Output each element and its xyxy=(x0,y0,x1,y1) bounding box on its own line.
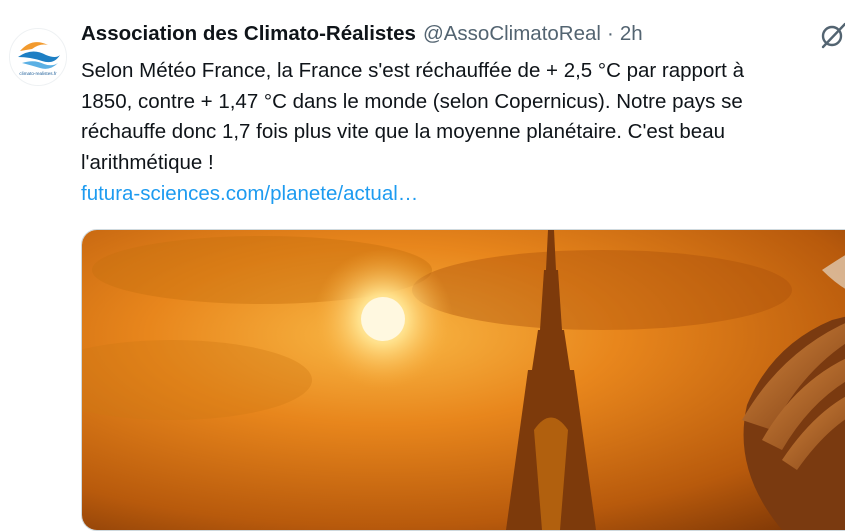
tweet-media-image[interactable] xyxy=(81,229,845,531)
tweet-text-line: réchauffe donc 1,7 fois plus vite que la… xyxy=(81,120,726,143)
tweet-text-line: 1850, contre + 1,47 °C dans le monde (se… xyxy=(81,89,743,113)
author-handle[interactable]: @AssoClimatoReal xyxy=(423,20,601,48)
tweet-header: Association des Climato-Réalistes @AssoC… xyxy=(81,20,643,48)
article-link[interactable]: futura-sciences.com/planete/actual… xyxy=(81,179,418,209)
paris-heat-photo xyxy=(82,230,845,530)
author-avatar[interactable]: climato-realistes.fr xyxy=(9,28,67,86)
climato-realistes-logo-icon: climato-realistes.fr xyxy=(10,29,66,85)
header-separator: · xyxy=(606,22,614,45)
tweet-timestamp[interactable]: 2h xyxy=(620,20,643,48)
avatar-caption: climato-realistes.fr xyxy=(19,71,57,76)
tweet-text: Selon Météo France, la France s'est réch… xyxy=(81,56,845,178)
author-name[interactable]: Association des Climato-Réalistes xyxy=(81,20,416,48)
tweet-text-line: Selon Météo France, la France s'est réch… xyxy=(81,59,744,82)
tweet-text-line: l'arithmétique ! xyxy=(81,150,214,174)
grok-slash-icon[interactable] xyxy=(819,20,845,50)
